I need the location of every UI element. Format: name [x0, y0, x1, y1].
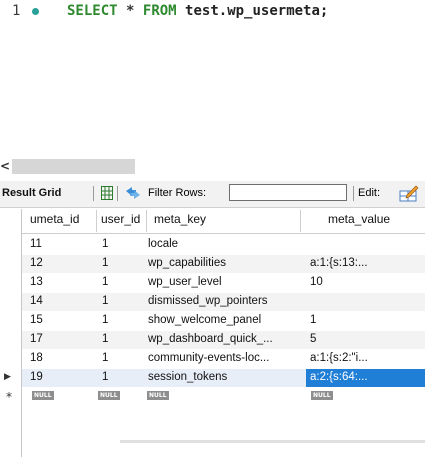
- result-toolbar: Result Grid Filter Rows: Edit:: [0, 181, 425, 208]
- cell-meta-key[interactable]: session_tokens: [148, 371, 227, 383]
- table-row-new[interactable]: NULL NULL NULL NULL: [22, 388, 425, 404]
- table-row[interactable]: 13 1 wp_user_level 10: [22, 274, 425, 292]
- cell-umeta-id[interactable]: 14: [30, 295, 43, 307]
- toolbar-divider: [353, 186, 354, 201]
- table-row[interactable]: 12 1 wp_capabilities a:1:{s:13:...: [22, 255, 425, 273]
- filter-icon[interactable]: [124, 185, 142, 201]
- column-header-meta-key[interactable]: meta_key: [154, 212, 206, 232]
- sql-table-name: test.wp_usermeta;: [185, 3, 329, 19]
- cell-user-id[interactable]: 1: [102, 314, 108, 326]
- column-divider[interactable]: [300, 210, 301, 232]
- cell-meta-key[interactable]: locale: [148, 238, 178, 250]
- cell-user-id[interactable]: 1: [102, 238, 108, 250]
- cell-meta-key[interactable]: community-events-loc...: [148, 352, 269, 364]
- cell-umeta-id[interactable]: 17: [30, 333, 43, 345]
- sql-statement[interactable]: SELECT * FROM test.wp_usermeta;: [67, 3, 328, 19]
- cell-meta-value[interactable]: 5: [310, 333, 316, 345]
- column-divider[interactable]: [146, 210, 147, 232]
- null-badge[interactable]: NULL: [98, 391, 120, 400]
- edit-icon[interactable]: [399, 183, 419, 203]
- column-header-meta-value[interactable]: meta_value: [328, 212, 390, 232]
- grid-icon[interactable]: [101, 186, 113, 200]
- cell-user-id[interactable]: 1: [102, 371, 108, 383]
- cell-user-id[interactable]: 1: [102, 257, 108, 269]
- new-row-marker: *: [6, 390, 12, 404]
- table-row[interactable]: 15 1 show_welcome_panel 1: [22, 312, 425, 330]
- cell-meta-value[interactable]: a:1:{s:13:...: [310, 257, 368, 269]
- column-header-umeta-id[interactable]: umeta_id: [30, 212, 79, 232]
- cell-meta-key[interactable]: wp_dashboard_quick_...: [148, 333, 273, 345]
- selected-cell-meta-value[interactable]: a:2:{s:64:...: [306, 369, 425, 387]
- cell-umeta-id[interactable]: 18: [30, 352, 43, 364]
- cell-meta-value[interactable]: a:1:{s:2:"i...: [310, 352, 368, 364]
- edit-label: Edit:: [358, 187, 381, 199]
- cell-meta-value[interactable]: 1: [310, 314, 316, 326]
- cell-meta-value: a:2:{s:64:...: [310, 371, 368, 383]
- null-badge[interactable]: NULL: [311, 391, 333, 400]
- cell-user-id[interactable]: 1: [102, 295, 108, 307]
- current-row-arrow-icon: ▶: [4, 372, 11, 382]
- toolbar-divider: [93, 186, 94, 201]
- cell-user-id[interactable]: 1: [102, 352, 108, 364]
- cell-umeta-id[interactable]: 19: [30, 371, 43, 383]
- column-divider[interactable]: [96, 210, 97, 232]
- table-row[interactable]: 11 1 locale: [22, 236, 425, 254]
- sql-star: *: [126, 3, 135, 19]
- column-header-user-id[interactable]: user_id: [101, 212, 140, 232]
- statement-marker-dot-icon: [32, 8, 39, 15]
- header-divider: [22, 233, 425, 234]
- sql-editor-line[interactable]: 1 SELECT * FROM test.wp_usermeta;: [0, 0, 425, 22]
- filter-rows-label: Filter Rows:: [148, 187, 207, 199]
- panel-collapse-icon[interactable]: <: [0, 159, 10, 173]
- table-row-current[interactable]: 19 1 session_tokens a:2:{s:64:...: [22, 369, 425, 387]
- cell-meta-key[interactable]: wp_capabilities: [148, 257, 226, 269]
- filter-rows-input[interactable]: [229, 184, 347, 201]
- sql-keyword-from: FROM: [142, 3, 177, 19]
- toolbar-divider: [117, 186, 118, 201]
- sql-keyword-select: SELECT: [67, 3, 118, 19]
- table-row[interactable]: 17 1 wp_dashboard_quick_... 5: [22, 331, 425, 349]
- result-grid-tab[interactable]: Result Grid: [2, 187, 61, 199]
- result-tab-bar[interactable]: [12, 159, 135, 174]
- cell-meta-key[interactable]: wp_user_level: [148, 276, 222, 288]
- cell-user-id[interactable]: 1: [102, 276, 108, 288]
- cell-umeta-id[interactable]: 15: [30, 314, 43, 326]
- table-row[interactable]: 14 1 dismissed_wp_pointers: [22, 293, 425, 311]
- line-number: 1: [12, 3, 21, 19]
- null-badge[interactable]: NULL: [147, 391, 169, 400]
- cell-meta-value[interactable]: 10: [310, 276, 323, 288]
- cell-meta-key[interactable]: show_welcome_panel: [148, 314, 261, 326]
- cell-umeta-id[interactable]: 11: [30, 238, 42, 250]
- cell-umeta-id[interactable]: 12: [30, 257, 43, 269]
- table-row[interactable]: 18 1 community-events-loc... a:1:{s:2:"i…: [22, 350, 425, 368]
- null-badge[interactable]: NULL: [32, 391, 54, 400]
- cell-meta-key[interactable]: dismissed_wp_pointers: [148, 295, 268, 307]
- cell-user-id[interactable]: 1: [102, 333, 108, 345]
- cell-umeta-id[interactable]: 13: [30, 276, 43, 288]
